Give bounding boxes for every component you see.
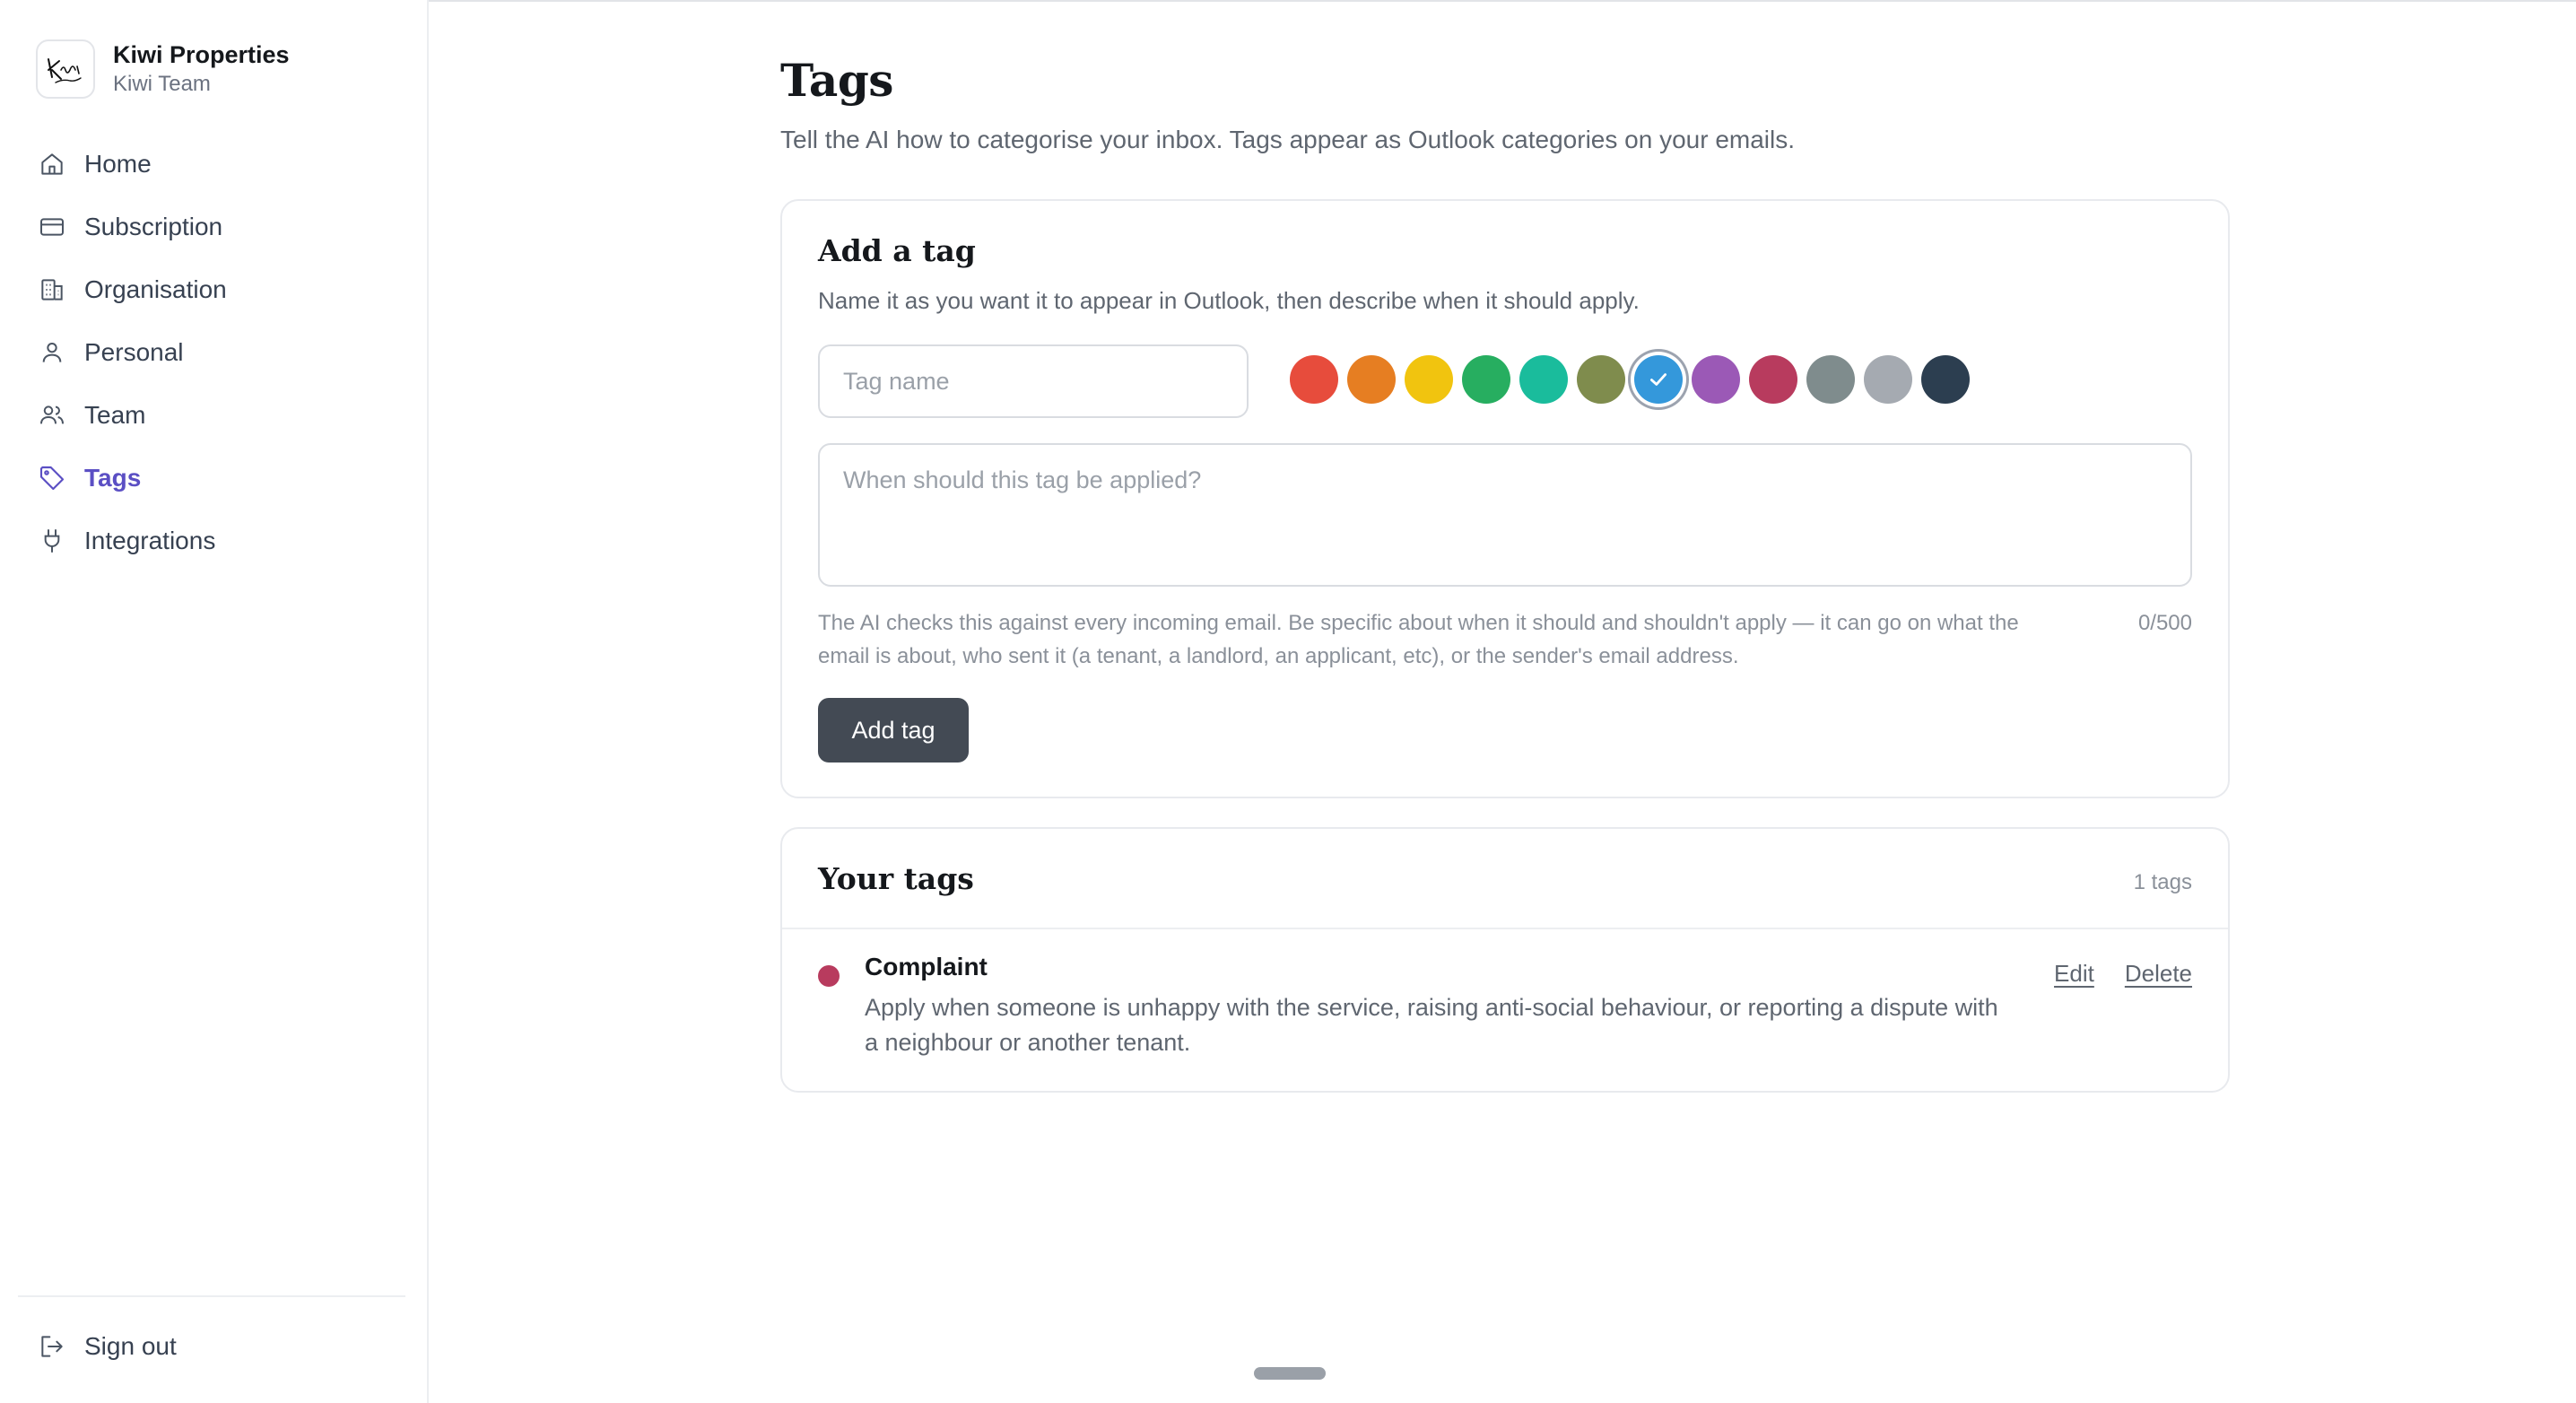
sidebar-item-label: Team <box>84 401 146 429</box>
tag-rule-textarea[interactable] <box>818 443 2192 587</box>
sidebar-item-label: Tags <box>84 464 142 492</box>
delete-tag-link[interactable]: Delete <box>2125 960 2192 988</box>
tag-rule-hint: The AI checks this against every incomin… <box>818 611 2019 668</box>
sidebar-item-label: Personal <box>84 338 184 366</box>
edit-tag-link[interactable]: Edit <box>2054 960 2094 988</box>
home-icon <box>36 148 68 180</box>
sidebar-item-subscription[interactable]: Subscription <box>36 196 404 258</box>
org-name: Kiwi Properties <box>113 41 290 68</box>
brand-header[interactable]: Kiwi Properties Kiwi Team <box>36 39 290 99</box>
color-swatch-orange[interactable] <box>1347 355 1396 404</box>
user-icon <box>36 336 68 369</box>
sidebar-item-label: Subscription <box>84 213 223 240</box>
sidebar-item-label: Home <box>84 150 152 178</box>
credit-card-icon <box>36 211 68 243</box>
sidebar-item-tags[interactable]: Tags <box>36 447 404 510</box>
team-name: Kiwi Team <box>113 72 211 96</box>
tags-count: 1 tags <box>2133 870 2192 894</box>
plug-icon <box>36 525 68 557</box>
color-picker <box>1290 355 1979 404</box>
sign-out-icon <box>36 1330 68 1363</box>
brand-logo <box>36 39 95 99</box>
add-tag-description: Name it as you want it to appear in Outl… <box>818 287 1640 314</box>
sidebar-nav: Home Subscription Organisation Personal … <box>36 133 404 572</box>
sign-out-label: Sign out <box>84 1332 177 1360</box>
tag-name-input[interactable] <box>818 344 1249 418</box>
color-swatch-olive[interactable] <box>1577 355 1625 404</box>
your-tags-header: Your tags 1 tags <box>782 829 2228 929</box>
color-swatch-blue[interactable] <box>1634 355 1683 404</box>
tag-description: Apply when someone is unhappy with the s… <box>865 994 1998 1056</box>
color-swatch-red[interactable] <box>1290 355 1338 404</box>
sidebar-item-home[interactable]: Home <box>36 133 404 196</box>
color-swatch-purple[interactable] <box>1692 355 1740 404</box>
tag-color-dot <box>818 965 840 987</box>
sidebar-item-label: Organisation <box>84 275 227 303</box>
tag-name: Complaint <box>865 953 988 980</box>
check-icon <box>1650 373 1667 386</box>
sign-out-button[interactable]: Sign out <box>36 1315 177 1378</box>
sidebar-divider <box>18 1295 405 1297</box>
scroll-handle[interactable] <box>1254 1367 1326 1380</box>
signature-logo-icon <box>48 58 82 83</box>
users-icon <box>36 399 68 431</box>
character-counter: 0/500 <box>2137 611 2192 635</box>
color-swatch-yellow[interactable] <box>1405 355 1453 404</box>
page-subtitle: Tell the AI how to categorise your inbox… <box>780 126 1796 153</box>
add-tag-card: Add a tag Name it as you want it to appe… <box>780 199 2230 798</box>
color-swatch-silver[interactable] <box>1864 355 1912 404</box>
tag-actions: Edit Delete <box>2023 960 2192 988</box>
sidebar-item-organisation[interactable]: Organisation <box>36 258 404 321</box>
color-swatch-teal[interactable] <box>1519 355 1568 404</box>
add-tag-button[interactable]: Add tag <box>818 698 969 762</box>
page-title: Tags <box>780 54 893 107</box>
color-swatch-green[interactable] <box>1462 355 1510 404</box>
color-swatch-navy[interactable] <box>1921 355 1970 404</box>
sidebar-item-personal[interactable]: Personal <box>36 321 404 384</box>
sidebar: Kiwi Properties Kiwi Team Home Subscript… <box>0 0 429 1403</box>
color-swatch-gray[interactable] <box>1806 355 1855 404</box>
add-tag-title: Add a tag <box>818 233 976 268</box>
your-tags-title: Your tags <box>818 861 974 896</box>
sidebar-item-team[interactable]: Team <box>36 384 404 447</box>
building-icon <box>36 274 68 306</box>
sidebar-item-integrations[interactable]: Integrations <box>36 510 404 572</box>
color-swatch-crimson[interactable] <box>1749 355 1797 404</box>
sidebar-item-label: Integrations <box>84 527 216 554</box>
tag-icon <box>36 462 68 494</box>
your-tags-card: Your tags 1 tags Complaint Apply when so… <box>780 827 2230 1093</box>
